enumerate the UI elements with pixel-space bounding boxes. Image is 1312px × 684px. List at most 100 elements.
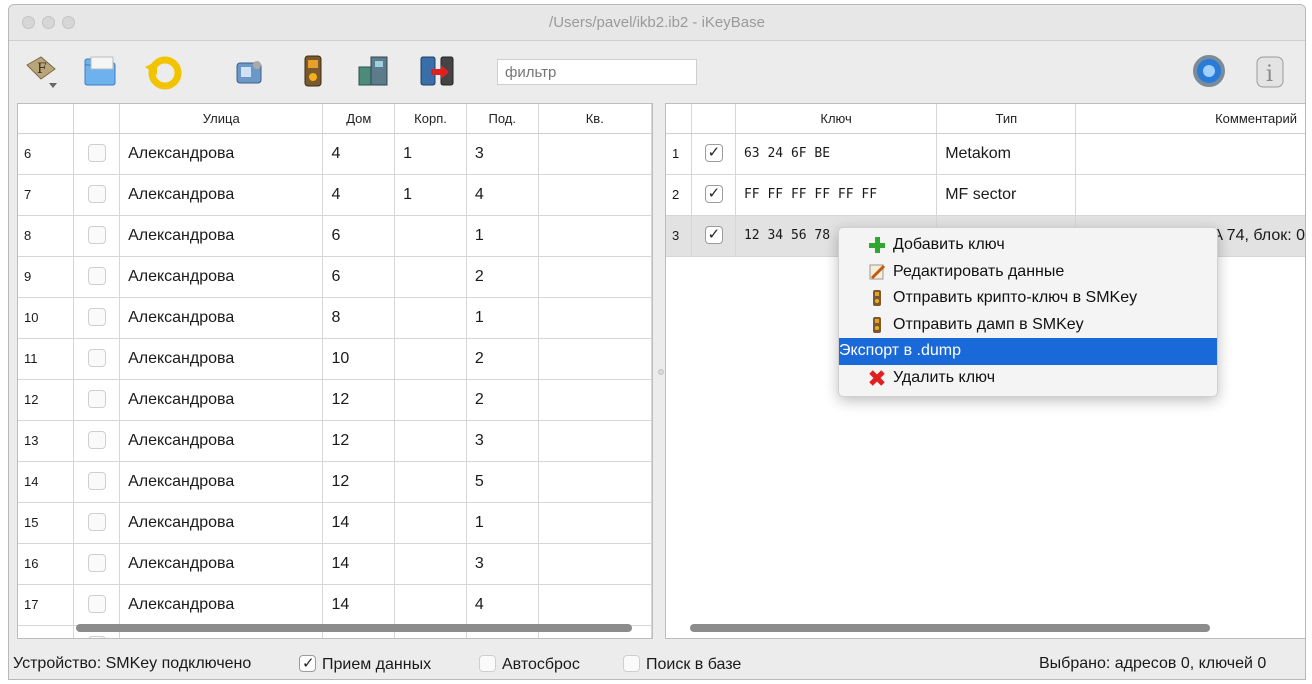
korp-cell (394, 379, 467, 421)
row-checkbox[interactable] (73, 379, 121, 421)
column-header-key[interactable]: Ключ (735, 104, 938, 134)
row-checkbox[interactable] (73, 584, 121, 626)
menu-item-send-dump[interactable]: Отправить дамп в SMKey (839, 312, 1217, 339)
column-header-number[interactable] (18, 104, 75, 134)
checkbox-unchecked[interactable] (87, 513, 106, 532)
checkbox-unchecked[interactable] (87, 554, 106, 573)
row-checkbox[interactable] (691, 215, 736, 257)
column-header-pod[interactable]: Под. (466, 104, 539, 134)
checkbox-unchecked[interactable] (87, 267, 106, 286)
menu-item-send-crypto-key[interactable]: Отправить крипто-ключ в SMKey (839, 285, 1217, 312)
table-row[interactable]: 8 Александрова 6 1 (18, 215, 652, 257)
table-row[interactable]: 12 Александрова 12 2 (18, 379, 652, 421)
column-header-number[interactable] (666, 104, 693, 134)
checkbox-checked[interactable] (299, 654, 316, 672)
autoreset-checkbox[interactable]: Автосброс (479, 655, 580, 674)
table-row[interactable]: 15 Александрова 14 1 (18, 502, 652, 544)
split-handle[interactable] (658, 369, 664, 375)
open-file-button[interactable] (81, 51, 121, 91)
filter-input[interactable] (497, 59, 697, 85)
kv-cell (538, 215, 652, 257)
column-header-korp[interactable]: Корп. (394, 104, 467, 134)
menu-item-export-dump[interactable]: Экспорт в .dump (839, 338, 1217, 365)
street-cell: Александрова (119, 338, 324, 380)
row-checkbox[interactable] (73, 215, 121, 257)
checkbox-unchecked[interactable] (87, 185, 106, 204)
refresh-button[interactable] (143, 51, 183, 91)
row-checkbox[interactable] (73, 256, 121, 298)
row-number: 6 (18, 133, 75, 175)
column-header-check[interactable] (691, 104, 736, 134)
menu-item-delete-key[interactable]: Удалить ключ (839, 365, 1217, 392)
send-to-device-button[interactable] (417, 51, 457, 91)
row-checkbox[interactable] (73, 297, 121, 339)
row-checkbox[interactable] (691, 174, 736, 216)
column-header-comment[interactable]: Комментарий (1075, 104, 1305, 134)
row-number: 3 (666, 215, 693, 257)
checkbox-unchecked[interactable] (87, 472, 106, 491)
korp-cell: 1 (394, 133, 467, 175)
checkbox-unchecked[interactable] (87, 595, 106, 614)
font-tool-button[interactable]: F (19, 51, 59, 91)
checkbox-unchecked[interactable] (87, 636, 106, 638)
menu-item-label: Удалить ключ (893, 368, 996, 386)
row-checkbox[interactable] (73, 174, 121, 216)
folder-icon (84, 56, 116, 86)
table-row[interactable]: 6 Александрова 4 1 3 (18, 133, 652, 175)
checkbox-checked[interactable] (704, 225, 723, 245)
checkbox-unchecked[interactable] (87, 144, 106, 163)
smkey-device-button[interactable] (293, 51, 333, 91)
addresses-table: Улица Дом Корп. Под. Кв. 6 Александрова 4 1… (18, 104, 652, 638)
checkbox-unchecked[interactable] (87, 226, 106, 245)
intercom-button[interactable] (353, 51, 393, 91)
column-header-check[interactable] (73, 104, 121, 134)
menu-item-edit-data[interactable]: Редактировать данные (839, 259, 1217, 286)
menu-item-add-key[interactable]: Добавить ключ (839, 232, 1217, 259)
checkbox-unchecked[interactable] (87, 431, 106, 450)
sync-button[interactable] (1189, 51, 1229, 91)
table-row[interactable]: 2 FF FF FF FF FF FFMF sector (666, 174, 1305, 216)
row-checkbox[interactable] (73, 461, 121, 503)
street-cell: Александрова (119, 461, 324, 503)
table-row[interactable]: 14 Александрова 12 5 (18, 461, 652, 503)
column-header-kv[interactable]: Кв. (538, 104, 652, 134)
checkbox-unchecked[interactable] (479, 655, 496, 672)
checkbox-checked[interactable] (704, 143, 723, 163)
table-row[interactable]: 10 Александрова 8 1 (18, 297, 652, 339)
table-row[interactable]: 17 Александрова 14 4 (18, 584, 652, 626)
import-button[interactable] (229, 51, 269, 91)
svg-text:F: F (37, 61, 47, 77)
horizontal-scrollbar-left[interactable] (76, 624, 632, 632)
menu-item-label: Отправить дамп в SMKey (893, 315, 1084, 333)
column-header-house[interactable]: Дом (322, 104, 396, 134)
row-checkbox[interactable] (73, 420, 121, 462)
checkbox-unchecked[interactable] (623, 655, 640, 672)
checkbox-unchecked[interactable] (87, 390, 106, 409)
table-row[interactable]: 9 Александрова 6 2 (18, 256, 652, 298)
table-row[interactable]: 1 63 24 6F BEMetakom (666, 133, 1305, 175)
checkbox-unchecked[interactable] (87, 308, 106, 327)
row-checkbox[interactable] (73, 543, 121, 585)
table-row[interactable]: 11 Александрова 10 2 (18, 338, 652, 380)
row-checkbox[interactable] (73, 338, 121, 380)
row-number: 13 (18, 420, 75, 462)
table-row[interactable]: 13 Александрова 12 3 (18, 420, 652, 462)
menu-item-label: Экспорт в .dump (839, 342, 961, 360)
pod-cell: 1 (466, 502, 539, 544)
receive-data-label: Прием данных (322, 656, 432, 673)
kv-cell (538, 543, 652, 585)
info-button[interactable]: i (1249, 51, 1289, 91)
row-number: 12 (18, 379, 75, 421)
row-checkbox[interactable] (73, 502, 121, 544)
column-header-type[interactable]: Тип (936, 104, 1077, 134)
column-header-street[interactable]: Улица (119, 104, 324, 134)
receive-data-checkbox[interactable]: Прием данных (299, 654, 432, 674)
table-row[interactable]: 16 Александрова 14 3 (18, 543, 652, 585)
checkbox-unchecked[interactable] (87, 349, 106, 368)
horizontal-scrollbar-right[interactable] (690, 624, 1210, 632)
row-checkbox[interactable] (73, 133, 121, 175)
checkbox-checked[interactable] (704, 184, 723, 204)
table-row[interactable]: 7 Александрова 4 1 4 (18, 174, 652, 216)
search-db-checkbox[interactable]: Поиск в базе (623, 655, 741, 674)
row-checkbox[interactable] (691, 133, 736, 175)
